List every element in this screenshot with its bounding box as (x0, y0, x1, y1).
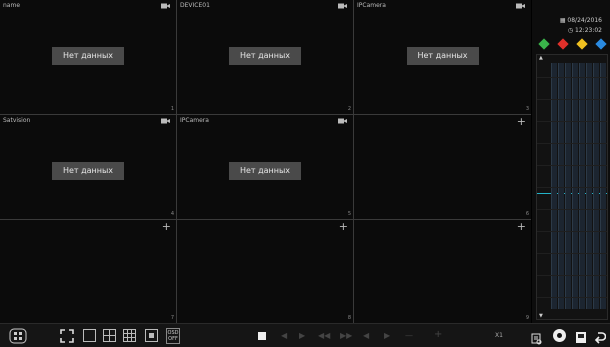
no-data-label: Нет данных (52, 162, 124, 180)
no-data-label: Нет данных (406, 47, 479, 65)
add-camera-icon[interactable]: + (517, 116, 526, 127)
manual-filter-icon[interactable] (595, 38, 607, 50)
osd-state: OFF (168, 336, 178, 342)
fast-forward-button[interactable]: ▶▶ (340, 331, 352, 341)
layout-4-button[interactable] (103, 329, 116, 342)
camera-name: IPCamera (357, 2, 386, 9)
cell-number: 2 (347, 106, 351, 112)
timeline-gridline (537, 231, 607, 232)
camera-icon (161, 3, 170, 9)
playback-sidebar: ▦ 08/24/2016 ◷ 12:23:02 ▲ ▼ (532, 0, 610, 323)
camera-cell[interactable]: +6 (354, 115, 531, 219)
date-text: 08/24/2016 (567, 17, 602, 24)
camera-name: Satvision (3, 117, 31, 124)
add-camera-icon[interactable]: + (162, 221, 171, 232)
timeline-gridline (537, 297, 607, 298)
camera-icon (338, 118, 347, 124)
layout-9-button[interactable] (123, 329, 136, 342)
prev-segment-button[interactable]: ◀ (363, 331, 369, 341)
timeline-gridline (537, 253, 607, 254)
back-button[interactable] (594, 329, 607, 344)
zoom-out-button[interactable]: — (405, 331, 413, 341)
prev-frame-button[interactable]: ◀ (281, 331, 287, 341)
stop-button[interactable] (258, 332, 266, 340)
timeline[interactable]: ▲ ▼ (536, 54, 608, 320)
event-filters (536, 38, 608, 50)
timeline-gridline (537, 209, 607, 210)
layout-1-button[interactable] (83, 329, 96, 342)
camera-icon (161, 118, 170, 124)
calendar-icon: ▦ (559, 17, 566, 24)
clock-icon: ◷ (567, 27, 574, 34)
no-data-label: Нет данных (229, 47, 301, 65)
fullscreen-button[interactable] (60, 328, 74, 344)
timeline-gridline (537, 121, 607, 122)
rewind-button[interactable]: ◀◀ (318, 331, 330, 341)
osd-toggle-button[interactable]: OSD OFF (166, 328, 180, 344)
scroll-up-icon[interactable]: ▲ (539, 55, 543, 61)
backup-button[interactable] (575, 329, 587, 343)
schedule-filter-icon[interactable] (576, 38, 588, 50)
cell-number: 1 (170, 106, 174, 112)
camera-name: name (3, 2, 21, 9)
camera-icon (338, 3, 347, 9)
alarm-filter-icon[interactable] (557, 38, 569, 50)
start-menu-button[interactable] (8, 328, 28, 344)
cell-number: 6 (525, 211, 529, 217)
layout-16-button[interactable] (145, 329, 158, 342)
camera-grid: name Нет данных 1 DEVICE01 Нет данных 2 IPCame… (0, 0, 531, 323)
timeline-gridline (537, 143, 607, 144)
cell-number: 3 (525, 106, 529, 112)
backup-icon (576, 332, 586, 343)
camera-cell[interactable]: Satvision Нет данных 4 (0, 115, 176, 219)
play-button[interactable]: ▶ (299, 331, 305, 341)
cell-number: 4 (170, 211, 174, 217)
timeline-gridline (537, 165, 607, 166)
cell-number: 8 (347, 315, 351, 321)
add-camera-icon[interactable]: + (517, 221, 526, 232)
no-data-label: Нет данных (229, 162, 301, 180)
camera-cell[interactable]: IPCamera Нет данных 3 (354, 0, 531, 114)
timeline-gridline (537, 275, 607, 276)
record-icon (557, 333, 562, 338)
date-time-display: ▦ 08/24/2016 ◷ 12:23:02 (560, 16, 602, 36)
motion-filter-icon[interactable] (538, 38, 550, 50)
add-camera-icon[interactable]: + (339, 221, 348, 232)
camera-cell[interactable]: +8 (177, 220, 353, 323)
fullscreen-icon (60, 329, 74, 343)
camera-name: DEVICE01 (180, 2, 210, 9)
camera-cell[interactable]: DEVICE01 Нет данных 2 (177, 0, 353, 114)
camera-cell[interactable]: IPCamera Нет данных 5 (177, 115, 353, 219)
search-icon (531, 333, 542, 345)
camera-cell[interactable]: +9 (354, 220, 531, 323)
back-icon (594, 332, 607, 344)
cell-number: 9 (525, 315, 529, 321)
search-button[interactable] (531, 330, 542, 345)
time-text: 12:23:02 (575, 27, 602, 34)
scroll-down-icon[interactable]: ▼ (539, 313, 543, 319)
timeline-gridline (537, 77, 607, 78)
timeline-gridline (537, 187, 607, 188)
camera-cell[interactable]: +7 (0, 220, 176, 323)
camera-icon (516, 3, 525, 9)
bottom-toolbar: OSD OFF ◀ ▶ ◀◀ ▶▶ ◀ ▶ — + X1 (0, 323, 610, 347)
cell-number: 5 (347, 211, 351, 217)
zoom-in-button[interactable]: + (434, 330, 442, 340)
next-segment-button[interactable]: ▶ (384, 331, 390, 341)
camera-name: IPCamera (180, 117, 209, 124)
camera-cell[interactable]: name Нет данных 1 (0, 0, 176, 114)
start-menu-icon (9, 328, 27, 344)
cell-number: 7 (170, 315, 174, 321)
no-data-label: Нет данных (52, 47, 124, 65)
record-button[interactable] (553, 329, 566, 342)
timeline-gridline (537, 99, 607, 100)
speed-label: X1 (495, 332, 503, 339)
